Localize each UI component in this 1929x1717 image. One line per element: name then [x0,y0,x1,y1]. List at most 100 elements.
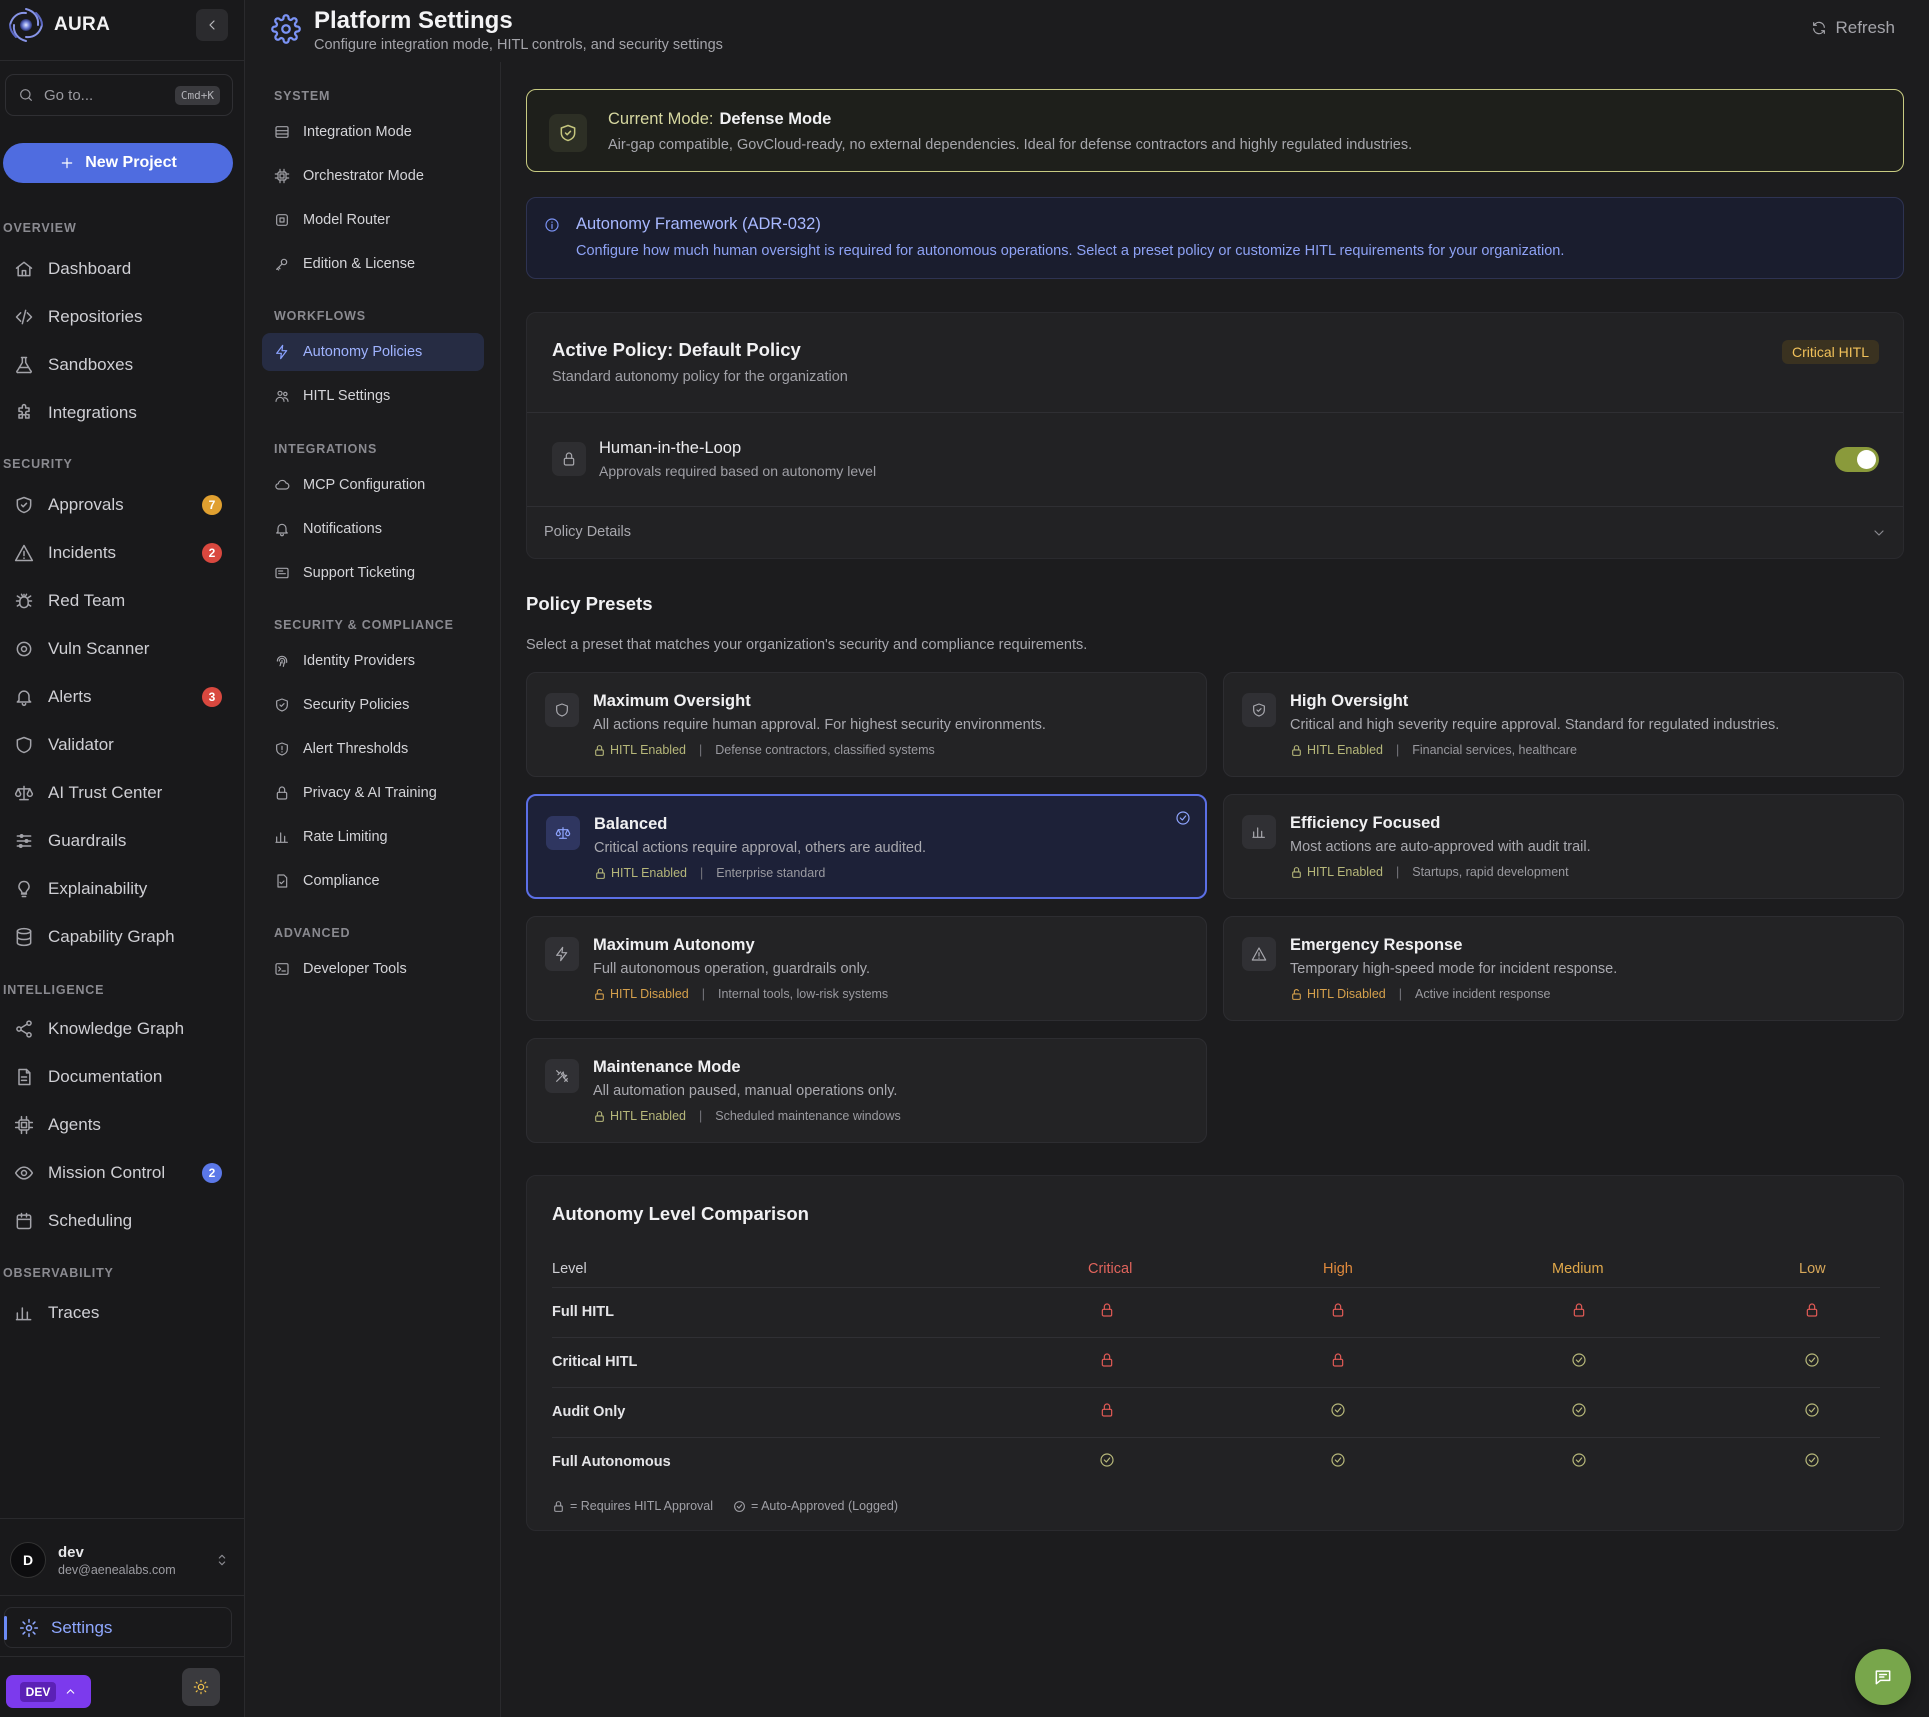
shortcut-hint: Cmd+K [174,85,220,105]
cpu-icon [274,168,290,184]
sidebar-item-traces[interactable]: Traces [14,1293,229,1333]
sidebar-item-red-team[interactable]: Red Team [14,581,229,621]
nav-item-compliance[interactable]: Compliance [262,862,484,900]
sidebar-item-integrations[interactable]: Integrations [14,393,229,433]
check-circle-icon [1805,1353,1819,1367]
sidebar-item-dashboard[interactable]: Dashboard [14,249,229,289]
nav-item-developer-tools[interactable]: Developer Tools [262,950,484,988]
sidebar-item-documentation[interactable]: Documentation [14,1057,229,1097]
warning-icon [1251,947,1267,961]
chevron-down-icon[interactable] [1871,525,1887,541]
requires-approval-cell [1804,1302,1820,1318]
preset-icon-box [545,937,579,971]
sidebar-item-label: Red Team [48,591,126,610]
nav-item-label: Support Ticketing [303,565,416,581]
preset-card-maximum-oversight[interactable]: Maximum Oversight All actions require hu… [526,672,1207,777]
sidebar-item-settings[interactable]: Settings [4,1607,232,1648]
nav-item-notifications[interactable]: Notifications [262,510,484,548]
home-icon [15,261,33,277]
hitl-toggle[interactable] [1835,447,1879,472]
nav-item-label: HITL Settings [303,388,391,404]
mode-label-line: Current Mode: Defense Mode [608,110,831,129]
nav-item-rate-limiting[interactable]: Rate Limiting [262,818,484,856]
nav-item-hitl-settings[interactable]: HITL Settings [262,377,484,415]
brand[interactable]: AURA [6,4,110,46]
nav-item-edition-license[interactable]: Edition & License [262,245,484,283]
chat-assistant-button[interactable] [1855,1649,1911,1705]
sidebar-item-alerts[interactable]: Alerts 3 [14,677,229,717]
theme-toggle-button[interactable] [182,1668,220,1706]
nav-item-support-ticketing[interactable]: Support Ticketing [262,554,484,592]
aura-logo-icon [9,8,43,42]
sidebar-item-validator[interactable]: Validator [14,725,229,765]
sun-icon [193,1679,209,1695]
legend-ok-label: = Auto-Approved (Logged) [751,1499,898,1513]
sidebar-item-sandboxes[interactable]: Sandboxes [14,345,229,385]
preset-card-efficiency-focused[interactable]: Efficiency Focused Most actions are auto… [1223,794,1904,899]
auto-approved-cell [1804,1352,1820,1368]
nav-item-identity-providers[interactable]: Identity Providers [262,642,484,680]
sidebar-item-scheduling[interactable]: Scheduling [14,1201,229,1241]
preset-audience: Startups, rapid development [1412,865,1569,879]
chevron-up-down-icon [218,1554,226,1566]
nav-item-mcp-configuration[interactable]: MCP Configuration [262,466,484,504]
sidebar-item-ai-trust-center[interactable]: AI Trust Center [14,773,229,813]
unlock-icon [595,988,604,1000]
preset-description: Critical and high severity require appro… [1290,717,1780,733]
shield-check-icon [560,124,576,142]
new-project-button[interactable]: New Project [3,143,233,183]
bar-chart-icon [1252,827,1265,838]
preset-card-maximum-autonomy[interactable]: Maximum Autonomy Full autonomous operati… [526,916,1207,1021]
sidebar-item-explainability[interactable]: Explainability [14,869,229,909]
row-label-full-autonomous: Full Autonomous [552,1454,671,1470]
bar-chart-icon [15,1307,32,1321]
sidebar-item-mission-control[interactable]: Mission Control 2 [14,1153,229,1193]
goto-search[interactable]: Go to... Cmd+K [5,74,233,116]
sidebar-item-knowledge-graph[interactable]: Knowledge Graph [14,1009,229,1049]
check-circle-icon [1331,1403,1345,1417]
nav-item-label: Notifications [303,521,382,537]
sidebar-item-agents[interactable]: Agents [14,1105,229,1145]
section-observability: OBSERVABILITY [3,1266,114,1280]
sidebar-item-incidents[interactable]: Incidents 2 [14,533,229,573]
sidebar-item-capability-graph[interactable]: Capability Graph [14,917,229,957]
nav-item-alert-thresholds[interactable]: Alert Thresholds [262,730,484,768]
sidebar-item-label: Vuln Scanner [48,639,150,658]
check-circle-icon [1572,1353,1586,1367]
sidebar-item-label: Explainability [48,879,148,898]
nav-item-orchestrator-mode[interactable]: Orchestrator Mode [262,157,484,195]
hitl-icon-box [552,442,586,476]
nav-item-model-router[interactable]: Model Router [262,201,484,239]
preset-card-maintenance-mode[interactable]: Maintenance Mode All automation paused, … [526,1038,1207,1143]
preset-card-balanced[interactable]: Balanced Critical actions require approv… [526,794,1207,899]
sidebar-item-label: Mission Control [48,1163,166,1182]
preset-card-emergency-response[interactable]: Emergency Response Temporary high-speed … [1223,916,1904,1021]
lock-icon [276,786,288,800]
database-icon [16,927,32,947]
info-description: Configure how much human oversight is re… [576,243,1565,259]
hitl-status-label: HITL Disabled [610,987,689,1001]
sidebar-item-guardrails[interactable]: Guardrails [14,821,229,861]
eye-icon [14,1166,34,1180]
preset-title: High Oversight [1290,692,1409,710]
hitl-status-label: HITL Enabled [611,866,687,880]
sidebar-item-approvals[interactable]: Approvals 7 [14,485,229,525]
policy-details-toggle[interactable]: Policy Details [544,524,631,540]
collapse-sidebar-button[interactable] [196,9,228,41]
sidebar-item-repositories[interactable]: Repositories [14,297,229,337]
env-switcher[interactable]: DEV [6,1675,91,1708]
preset-audience: Active incident response [1415,987,1551,1001]
refresh-button[interactable]: Refresh [1811,18,1895,38]
nav-item-security-policies[interactable]: Security Policies [262,686,484,724]
sidebar-item-label: Alerts [48,687,92,706]
nav-item-privacy-ai-training[interactable]: Privacy & AI Training [262,774,484,812]
mode-value: Defense Mode [719,110,832,128]
refresh-label: Refresh [1835,18,1895,37]
sidebar-item-vuln-scanner[interactable]: Vuln Scanner [14,629,229,669]
user-menu[interactable]: D dev dev@aenealabs.com [10,1540,230,1580]
nav-item-autonomy-policies[interactable]: Autonomy Policies [262,333,484,371]
preset-card-high-oversight[interactable]: High Oversight Critical and high severit… [1223,672,1904,777]
nav-item-label: Privacy & AI Training [303,785,437,801]
hitl-status-label: HITL Enabled [610,1109,686,1123]
nav-item-integration-mode[interactable]: Integration Mode [262,113,484,151]
